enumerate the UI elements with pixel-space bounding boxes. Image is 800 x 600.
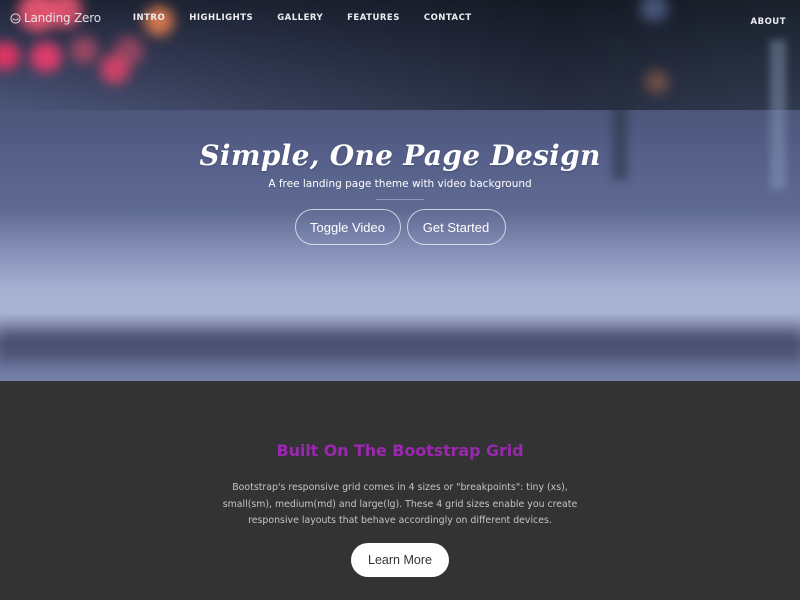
brand-link[interactable]: Landing Zero bbox=[10, 11, 101, 25]
nav-link-gallery[interactable]: GALLERY bbox=[265, 13, 335, 23]
bootstrap-grid-section: Built On The Bootstrap Grid Bootstrap's … bbox=[0, 381, 800, 600]
bokeh-light bbox=[30, 42, 62, 72]
nav-link-about[interactable]: ABOUT bbox=[751, 17, 790, 27]
nav-link-highlights[interactable]: HIGHLIGHTS bbox=[177, 13, 265, 23]
learn-more-button[interactable]: Learn More bbox=[351, 542, 449, 577]
nav-link-intro[interactable]: INTRO bbox=[121, 13, 177, 23]
get-started-button[interactable]: Get Started bbox=[406, 209, 506, 245]
bokeh-light bbox=[114, 36, 144, 66]
nav-link-contact[interactable]: CONTACT bbox=[412, 13, 484, 23]
hero-subtitle: A free landing page theme with video bac… bbox=[268, 178, 532, 190]
section-title: Built On The Bootstrap Grid bbox=[276, 441, 524, 460]
brand-label: Landing Zero bbox=[24, 11, 101, 25]
nav-right: ABOUT bbox=[751, 9, 790, 28]
bokeh-light bbox=[645, 70, 669, 94]
hero-section: Landing Zero INTRO HIGHLIGHTS GALLERY FE… bbox=[0, 0, 800, 381]
navbar: Landing Zero INTRO HIGHLIGHTS GALLERY FE… bbox=[0, 0, 800, 36]
nav-link-features[interactable]: FEATURES bbox=[335, 13, 412, 23]
background-street bbox=[0, 330, 800, 360]
hero-divider bbox=[376, 199, 424, 200]
hero-content: Simple, One Page Design A free landing p… bbox=[0, 136, 800, 245]
hero-buttons: Toggle Video Get Started bbox=[0, 209, 800, 245]
toggle-video-button[interactable]: Toggle Video bbox=[294, 209, 401, 245]
nav-links: INTRO HIGHLIGHTS GALLERY FEATURES CONTAC… bbox=[121, 13, 484, 23]
section-text: Bootstrap's responsive grid comes in 4 s… bbox=[222, 482, 578, 526]
bokeh-light bbox=[70, 36, 98, 64]
smile-circle-icon bbox=[10, 12, 21, 24]
hero-title: Simple, One Page Design bbox=[199, 139, 601, 172]
